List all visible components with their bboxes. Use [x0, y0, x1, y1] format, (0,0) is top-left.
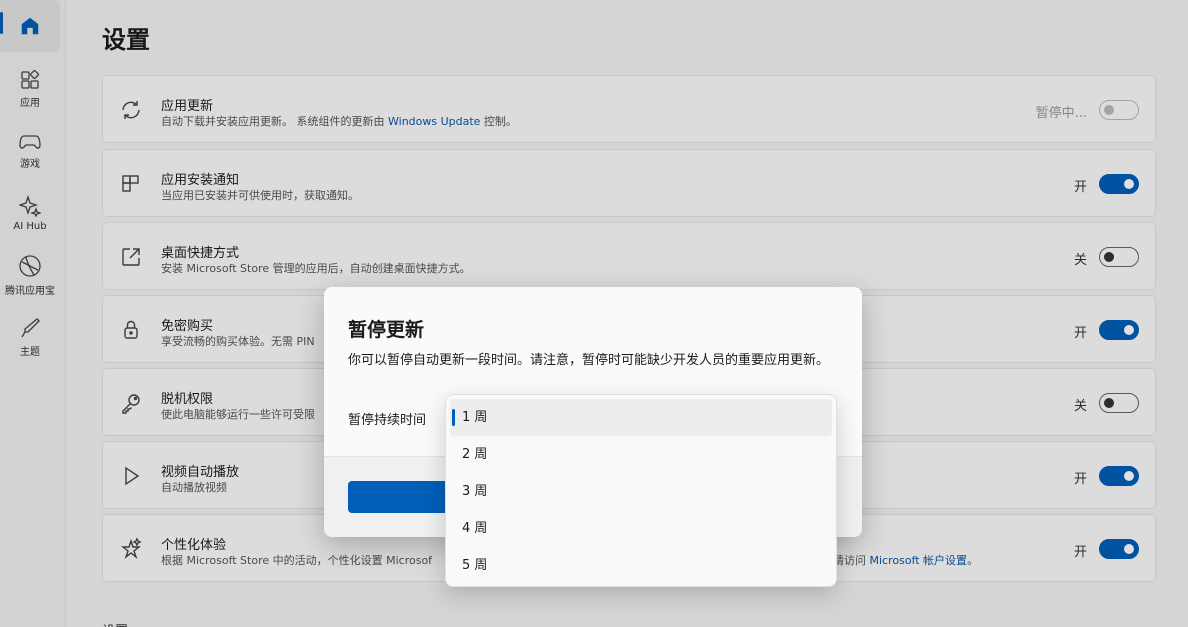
duration-option-3-weeks[interactable]: 3 周: [450, 473, 832, 510]
dialog-description: 你可以暂停自动更新一段时间。请注意，暂停时可能缺少开发人员的重要应用更新。: [348, 353, 830, 368]
pause-duration-label: 暂停持续时间: [348, 413, 427, 428]
duration-option-2-weeks[interactable]: 2 周: [450, 436, 832, 473]
duration-option-4-weeks[interactable]: 4 周: [450, 510, 832, 547]
pause-duration-dropdown[interactable]: 1 周 2 周 3 周 4 周 5 周: [445, 394, 837, 587]
duration-option-1-week[interactable]: 1 周: [450, 399, 832, 436]
dialog-title: 暂停更新: [348, 319, 425, 341]
duration-option-5-weeks[interactable]: 5 周: [450, 547, 832, 584]
